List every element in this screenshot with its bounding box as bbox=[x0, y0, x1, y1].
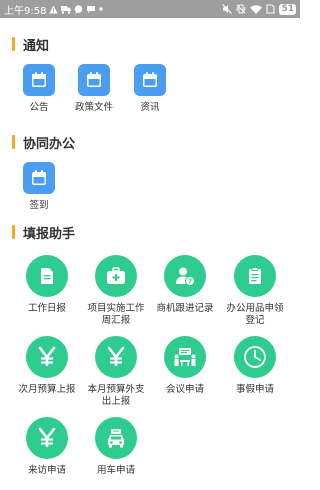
item-label: 来访申请 bbox=[27, 465, 66, 476]
item-label: 办公用品申领登记 bbox=[226, 303, 284, 326]
calendar-icon bbox=[78, 64, 110, 96]
section-accent-bar bbox=[12, 135, 15, 149]
section-accent-bar bbox=[12, 37, 15, 51]
warning-icon bbox=[49, 4, 59, 14]
battery-level: 51 bbox=[279, 3, 296, 15]
item-label: 工作日报 bbox=[27, 303, 66, 314]
calendar-icon bbox=[23, 64, 55, 96]
section-forms-title: 填报助手 bbox=[12, 224, 75, 242]
form-business-followup[interactable]: ? 商机跟进记录 bbox=[150, 255, 220, 315]
item-label: 次月预算上报 bbox=[18, 384, 76, 395]
form-office-supplies[interactable]: 办公用品申领登记 bbox=[220, 255, 290, 327]
item-label: 本月预算外支出上报 bbox=[87, 384, 145, 407]
form-meeting-request[interactable]: 会议申请 bbox=[150, 336, 220, 396]
sim-icon bbox=[266, 4, 275, 14]
form-leave-request[interactable]: 事假申请 bbox=[220, 336, 290, 396]
more-dot-icon bbox=[99, 7, 104, 11]
form-extra-budget-expense[interactable]: 本月预算外支出上报 bbox=[81, 336, 151, 408]
status-time: 上午9:58 bbox=[4, 5, 47, 17]
clock-icon bbox=[234, 336, 276, 378]
form-next-month-budget[interactable]: 次月预算上报 bbox=[12, 336, 82, 396]
wifi-icon bbox=[250, 4, 263, 14]
yen-icon bbox=[95, 336, 137, 378]
item-label: 资讯 bbox=[140, 102, 160, 113]
chat-icon bbox=[86, 5, 96, 14]
form-daily-report[interactable]: 工作日报 bbox=[12, 255, 82, 315]
office-checkin[interactable]: 签到 bbox=[4, 162, 74, 212]
item-label: 项目实施工作周汇报 bbox=[87, 303, 145, 326]
message-icon bbox=[74, 4, 83, 14]
form-vehicle-request[interactable]: 用车申请 bbox=[81, 417, 151, 477]
calendar-icon bbox=[134, 64, 166, 96]
delivery-icon bbox=[61, 5, 72, 14]
calendar-icon bbox=[23, 162, 55, 194]
person-question-icon: ? bbox=[164, 255, 206, 297]
item-label: 事假申请 bbox=[235, 384, 274, 395]
document-icon bbox=[26, 255, 68, 297]
yen-icon bbox=[26, 417, 68, 459]
clipboard-icon bbox=[234, 255, 276, 297]
item-label: 商机跟进记录 bbox=[156, 303, 214, 314]
car-icon bbox=[95, 417, 137, 459]
form-visitor-request[interactable]: 来访申请 bbox=[12, 417, 82, 477]
svg-text:?: ? bbox=[188, 278, 192, 286]
yen-icon bbox=[26, 336, 68, 378]
mute-icon bbox=[222, 4, 233, 14]
status-bar: 上午9:58 51 bbox=[0, 0, 300, 18]
item-label: 用车申请 bbox=[96, 465, 135, 476]
notice-news[interactable]: 资讯 bbox=[115, 64, 185, 114]
meeting-icon bbox=[164, 336, 206, 378]
item-label: 签到 bbox=[29, 200, 49, 211]
form-project-weekly[interactable]: 项目实施工作周汇报 bbox=[81, 255, 151, 327]
vibrate-icon bbox=[236, 4, 246, 14]
medical-case-icon bbox=[95, 255, 137, 297]
item-label: 会议申请 bbox=[165, 384, 204, 395]
section-notice-title: 通知 bbox=[12, 36, 49, 54]
section-office-title: 协同办公 bbox=[12, 134, 75, 152]
section-accent-bar bbox=[12, 225, 15, 239]
